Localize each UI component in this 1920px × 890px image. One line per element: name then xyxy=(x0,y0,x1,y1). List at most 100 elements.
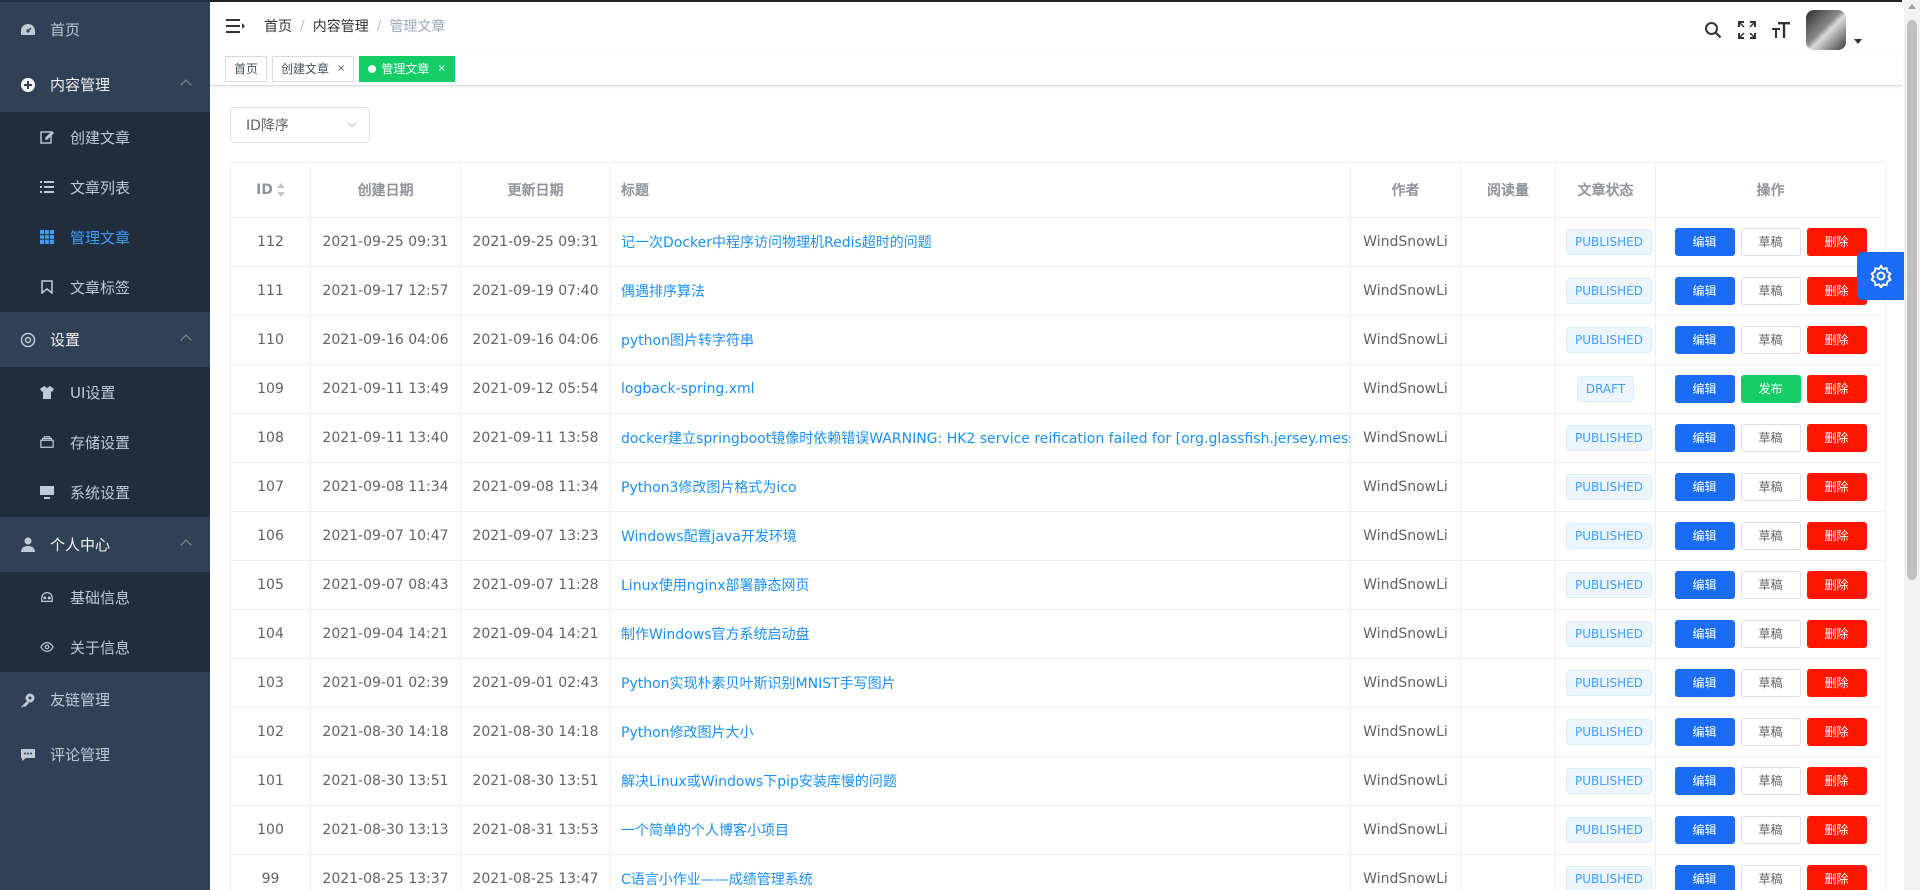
sidebar-item-2-1[interactable]: 存储设置 xyxy=(0,417,210,467)
page-scrollbar[interactable] xyxy=(1904,0,1920,890)
draft-button[interactable]: 草稿 xyxy=(1740,816,1801,844)
article-title-link[interactable]: python图片转字符串 xyxy=(610,315,1351,365)
avatar[interactable] xyxy=(1806,10,1846,50)
sidebar-item-3-0[interactable]: 基础信息 xyxy=(0,572,210,622)
cell-actions: 编辑 草稿 删除 xyxy=(1655,413,1886,463)
publish-button[interactable]: 发布 xyxy=(1740,375,1801,403)
article-title-link[interactable]: 解决Linux或Windows下pip安装库慢的问题 xyxy=(610,756,1351,806)
sidebar-item-5[interactable]: 评论管理 xyxy=(0,727,210,782)
search-icon[interactable] xyxy=(1702,19,1724,41)
edit-button[interactable]: 编辑 xyxy=(1674,473,1735,501)
draft-button[interactable]: 草稿 xyxy=(1740,424,1801,452)
sidebar-item-3-1[interactable]: 关于信息 xyxy=(0,622,210,672)
cell-updated: 2021-08-30 13:51 xyxy=(460,756,611,806)
cell-id: 103 xyxy=(230,658,311,708)
font-size-icon[interactable] xyxy=(1770,19,1792,41)
sidebar-item-2-0[interactable]: UI设置 xyxy=(0,367,210,417)
edit-button[interactable]: 编辑 xyxy=(1674,228,1735,256)
sidebar-item-1-0[interactable]: 创建文章 xyxy=(0,112,210,162)
draft-button[interactable]: 草稿 xyxy=(1740,522,1801,550)
article-title-link[interactable]: 偶遇排序算法 xyxy=(610,266,1351,316)
hamburger-icon[interactable] xyxy=(226,17,246,35)
tag-2[interactable]: 管理文章 × xyxy=(359,55,455,82)
article-title-link[interactable]: Windows配置java开发环境 xyxy=(610,511,1351,561)
cell-author: WindSnowLi xyxy=(1350,462,1461,512)
edit-button[interactable]: 编辑 xyxy=(1674,277,1735,305)
sidebar-item-2-2[interactable]: 系统设置 xyxy=(0,467,210,517)
sidebar-group-1[interactable]: 内容管理 xyxy=(0,57,210,112)
caret-down-icon[interactable] xyxy=(1854,38,1862,44)
delete-button[interactable]: 删除 xyxy=(1806,718,1867,746)
article-title-link[interactable]: Python修改图片大小 xyxy=(610,707,1351,757)
close-icon[interactable]: × xyxy=(437,63,445,74)
draft-button[interactable]: 草稿 xyxy=(1740,473,1801,501)
delete-button[interactable]: 删除 xyxy=(1806,473,1867,501)
breadcrumb-home[interactable]: 首页 xyxy=(264,16,292,36)
edit-button[interactable]: 编辑 xyxy=(1674,522,1735,550)
column-header-author: 作者 xyxy=(1350,162,1461,218)
delete-button[interactable]: 删除 xyxy=(1806,522,1867,550)
delete-button[interactable]: 删除 xyxy=(1806,767,1867,795)
article-title-link[interactable]: 记一次Docker中程序访问物理机Redis超时的问题 xyxy=(610,217,1351,267)
draft-button[interactable]: 草稿 xyxy=(1740,767,1801,795)
scroll-up-icon[interactable] xyxy=(1908,4,1916,9)
draft-button[interactable]: 草稿 xyxy=(1740,228,1801,256)
delete-button[interactable]: 删除 xyxy=(1806,228,1867,256)
delete-button[interactable]: 删除 xyxy=(1806,326,1867,354)
sidebar-item-1-3[interactable]: 文章标签 xyxy=(0,262,210,312)
delete-button[interactable]: 删除 xyxy=(1806,865,1867,890)
delete-button[interactable]: 删除 xyxy=(1806,816,1867,844)
edit-button[interactable]: 编辑 xyxy=(1674,424,1735,452)
main-content: ID降序 ID 创建日期 更新日期 标题 作者 阅读量 文章状态 操作 112 … xyxy=(210,87,1902,890)
article-title-link[interactable]: Linux使用nginx部署静态网页 xyxy=(610,560,1351,610)
edit-button[interactable]: 编辑 xyxy=(1674,326,1735,354)
edit-button[interactable]: 编辑 xyxy=(1674,865,1735,890)
breadcrumb-content[interactable]: 内容管理 xyxy=(313,16,369,36)
edit-button[interactable]: 编辑 xyxy=(1674,767,1735,795)
fullscreen-icon[interactable] xyxy=(1736,19,1758,41)
edit-button[interactable]: 编辑 xyxy=(1674,669,1735,697)
status-badge: PUBLISHED xyxy=(1566,229,1652,255)
sidebar-item-1-1[interactable]: 文章列表 xyxy=(0,162,210,212)
draft-button[interactable]: 草稿 xyxy=(1740,277,1801,305)
draft-button[interactable]: 草稿 xyxy=(1740,620,1801,648)
column-header-id[interactable]: ID xyxy=(230,162,311,218)
article-title-link[interactable]: logback-spring.xml xyxy=(610,364,1351,414)
draft-button[interactable]: 草稿 xyxy=(1740,669,1801,697)
edit-button[interactable]: 编辑 xyxy=(1674,620,1735,648)
article-title-link[interactable]: 制作Windows官方系统启动盘 xyxy=(610,609,1351,659)
tag-0[interactable]: 首页 xyxy=(225,55,268,82)
sidebar-item-0[interactable]: 首页 xyxy=(0,2,210,57)
article-title-link[interactable]: 一个简单的个人博客小项目 xyxy=(610,805,1351,855)
close-icon[interactable]: × xyxy=(337,63,345,74)
draft-button[interactable]: 草稿 xyxy=(1740,571,1801,599)
delete-button[interactable]: 删除 xyxy=(1806,620,1867,648)
article-title-link[interactable]: Python3修改图片格式为ico xyxy=(610,462,1351,512)
scrollbar-thumb[interactable] xyxy=(1907,20,1917,580)
sort-caret-icon[interactable] xyxy=(276,183,285,197)
sidebar-group-3[interactable]: 个人中心 xyxy=(0,517,210,572)
tag-1[interactable]: 创建文章 × xyxy=(272,55,355,82)
article-title-link[interactable]: C语言小作业——成绩管理系统 xyxy=(610,854,1351,890)
edit-button[interactable]: 编辑 xyxy=(1674,571,1735,599)
edit-button[interactable]: 编辑 xyxy=(1674,718,1735,746)
settings-panel-toggle[interactable] xyxy=(1857,252,1905,300)
draft-button[interactable]: 草稿 xyxy=(1740,718,1801,746)
article-title-link[interactable]: docker建立springboot镜像时依赖错误WARNING: HK2 se… xyxy=(610,413,1351,463)
sort-select-value: ID降序 xyxy=(246,118,289,134)
delete-button[interactable]: 删除 xyxy=(1806,424,1867,452)
article-title-link[interactable]: Python实现朴素贝叶斯识别MNIST手写图片 xyxy=(610,658,1351,708)
sidebar-item-4[interactable]: 友链管理 xyxy=(0,672,210,727)
delete-button[interactable]: 删除 xyxy=(1806,669,1867,697)
draft-button[interactable]: 草稿 xyxy=(1740,326,1801,354)
sort-select[interactable]: ID降序 xyxy=(230,107,370,143)
cell-actions: 编辑 草稿 删除 xyxy=(1655,462,1886,512)
sidebar-group-2[interactable]: 设置 xyxy=(0,312,210,367)
delete-button[interactable]: 删除 xyxy=(1806,571,1867,599)
delete-button[interactable]: 删除 xyxy=(1806,375,1867,403)
draft-button[interactable]: 草稿 xyxy=(1740,865,1801,890)
cell-status: PUBLISHED xyxy=(1555,511,1656,561)
sidebar-item-1-2[interactable]: 管理文章 xyxy=(0,212,210,262)
edit-button[interactable]: 编辑 xyxy=(1674,816,1735,844)
edit-button[interactable]: 编辑 xyxy=(1674,375,1735,403)
